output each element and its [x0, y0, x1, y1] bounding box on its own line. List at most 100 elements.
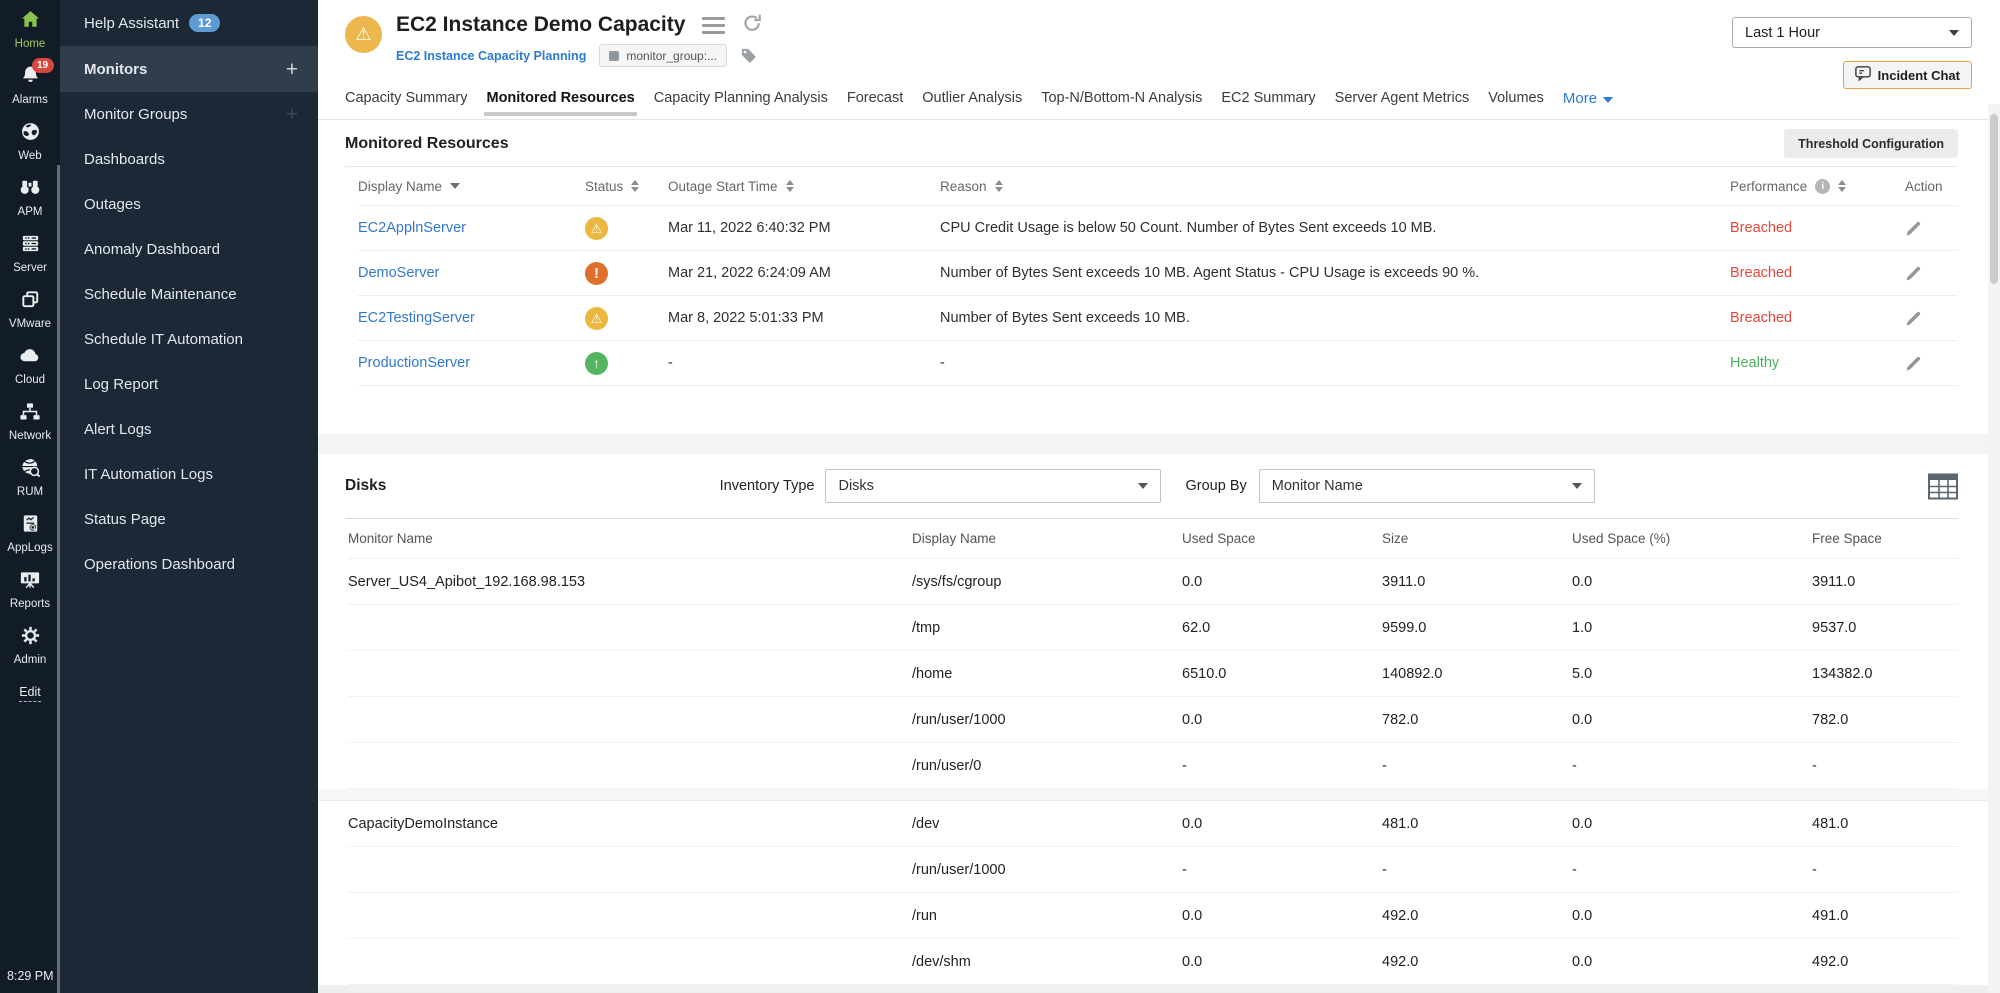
sidebar-item-schedule-it-automation[interactable]: Schedule IT Automation + — [60, 317, 318, 362]
monitor-name-cell: Server_US4_Apibot_192.168.98.153 — [348, 574, 912, 590]
sidebar-item-alert-logs[interactable]: Alert Logs + — [60, 407, 318, 452]
edit-pencil-icon[interactable] — [1905, 355, 1958, 372]
hamburger-menu-icon[interactable] — [702, 15, 725, 34]
rail-item-server[interactable]: Server — [7, 233, 52, 277]
table-row: CapacityDemoInstance /dev 0.0 481.0 0.0 … — [348, 801, 1958, 847]
table-row: /home 6510.0 140892.0 5.0 134382.0 — [348, 651, 1958, 697]
edit-pencil-icon[interactable] — [1905, 265, 1958, 282]
rail-item-rum[interactable]: RUM — [7, 457, 52, 501]
rail-item-admin[interactable]: Admin — [7, 625, 52, 669]
rail-item-cloud[interactable]: Cloud — [7, 345, 52, 389]
group-by-label: Group By — [1185, 478, 1246, 494]
column-header-performance[interactable]: Performancei — [1730, 179, 1905, 194]
tab-volumes[interactable]: Volumes — [1488, 90, 1544, 116]
sidebar-item-outages[interactable]: Outages + — [60, 182, 318, 227]
alert-count-badge: 19 — [32, 58, 54, 73]
edit-pencil-icon[interactable] — [1905, 220, 1958, 237]
rail-item-label: VMware — [9, 318, 51, 330]
sidebar-item-anomaly-dashboard[interactable]: Anomaly Dashboard + — [60, 227, 318, 272]
used-space-pct-cell: 0.0 — [1572, 816, 1812, 832]
table-row: EC2TestingServer ⚠ Mar 8, 2022 5:01:33 P… — [358, 295, 1958, 340]
display-name-link[interactable]: ProductionServer — [358, 355, 585, 371]
free-space-cell: 3911.0 — [1812, 574, 1958, 590]
sidebar-item-label: Operations Dashboard — [84, 556, 235, 573]
inventory-type-value: Disks — [838, 478, 873, 494]
monitor-group-tag-chip[interactable]: monitor_group:... — [599, 44, 727, 67]
display-name-link[interactable]: DemoServer — [358, 265, 585, 281]
display-name-link[interactable]: EC2TestingServer — [358, 310, 585, 326]
inventory-type-select[interactable]: Disks — [825, 469, 1161, 503]
breadcrumb-group-link[interactable]: EC2 Instance Capacity Planning — [396, 49, 586, 63]
outage-start-time-cell: Mar 8, 2022 5:01:33 PM — [668, 310, 940, 326]
sidebar-item-label: Log Report — [84, 376, 158, 393]
sidebar: Help Assistant 12 Monitors + Monitor Gro… — [60, 0, 318, 993]
rail-item-apm[interactable]: APM — [7, 177, 52, 221]
tab-ec2-summary[interactable]: EC2 Summary — [1221, 90, 1315, 116]
sidebar-item-label: Alert Logs — [84, 421, 152, 438]
monitor-warning-avatar-icon: ⚠ — [345, 16, 382, 53]
refresh-icon[interactable] — [742, 11, 763, 38]
tab-top-n-bottom-n-analysis[interactable]: Top-N/Bottom-N Analysis — [1041, 90, 1202, 116]
table-view-icon[interactable] — [1928, 473, 1958, 500]
binoculars-icon — [17, 176, 43, 204]
sidebar-item-log-report[interactable]: Log Report + — [60, 362, 318, 407]
rail-item-reports[interactable]: Reports — [7, 569, 52, 613]
sidebar-item-label: Anomaly Dashboard — [84, 241, 220, 258]
plus-icon[interactable]: + — [286, 58, 298, 82]
sidebar-item-operations-dashboard[interactable]: Operations Dashboard + — [60, 542, 318, 587]
tab-forecast[interactable]: Forecast — [847, 90, 903, 116]
display-name-link[interactable]: EC2ApplnServer — [358, 220, 585, 236]
sidebar-item-dashboards[interactable]: Dashboards + — [60, 137, 318, 182]
used-space-cell: 62.0 — [1182, 620, 1382, 636]
free-space-cell: 492.0 — [1812, 954, 1958, 970]
outage-start-time-cell: - — [668, 355, 940, 371]
tab-server-agent-metrics[interactable]: Server Agent Metrics — [1335, 90, 1470, 116]
column-header-outage-start-time[interactable]: Outage Start Time — [668, 179, 940, 194]
tag-icon[interactable] — [740, 47, 757, 64]
tab-capacity-planning-analysis[interactable]: Capacity Planning Analysis — [654, 90, 828, 116]
incident-chat-button[interactable]: Incident Chat — [1843, 61, 1972, 89]
sidebar-item-monitors[interactable]: Monitors + — [60, 47, 318, 92]
table-row: /run/user/0 - - - - — [348, 743, 1958, 789]
sidebar-item-status-page[interactable]: Status Page + — [60, 497, 318, 542]
rail-item-alarms[interactable]: 19 Alarms — [7, 65, 52, 109]
sidebar-item-label: Schedule Maintenance — [84, 286, 237, 303]
rail-item-home[interactable]: Home — [7, 9, 52, 53]
used-space-pct-cell: 0.0 — [1572, 712, 1812, 728]
column-header-reason[interactable]: Reason — [940, 179, 1730, 194]
horizontal-scrollbar-track — [318, 985, 1988, 993]
gear-icon — [19, 624, 42, 652]
time-range-select[interactable]: Last 1 Hour — [1732, 17, 1972, 48]
sidebar-item-schedule-maintenance[interactable]: Schedule Maintenance + — [60, 272, 318, 317]
sidebar-item-help-assistant[interactable]: Help Assistant 12 — [60, 0, 318, 47]
presentation-icon — [17, 568, 43, 596]
table-row: Server_US4_Apibot_192.168.98.153 /sys/fs… — [348, 559, 1958, 605]
display-name-cell: /run/user/0 — [912, 758, 1182, 774]
column-header-display-name[interactable]: Display Name — [358, 179, 585, 194]
table-row: DemoServer ! Mar 21, 2022 6:24:09 AM Num… — [358, 250, 1958, 295]
used-space-pct-cell: - — [1572, 862, 1812, 878]
rail-item-applogs[interactable]: AppLogs — [7, 513, 52, 557]
tab-more[interactable]: More — [1563, 90, 1613, 117]
time-range-value: Last 1 Hour — [1745, 25, 1820, 41]
rail-item-edit[interactable]: Edit — [7, 681, 52, 725]
rail-item-vmware[interactable]: VMware — [7, 289, 52, 333]
group-by-select[interactable]: Monitor Name — [1259, 469, 1595, 503]
monitored-resources-section: Monitored Resources Threshold Configurat… — [318, 120, 1988, 386]
sidebar-item-monitor-groups[interactable]: Monitor Groups + — [60, 92, 318, 137]
column-header-status[interactable]: Status — [585, 179, 668, 194]
tab-capacity-summary[interactable]: Capacity Summary — [345, 90, 467, 116]
disks-rows: Server_US4_Apibot_192.168.98.153 /sys/fs… — [348, 559, 1958, 985]
tab-monitored-resources[interactable]: Monitored Resources — [486, 90, 634, 116]
chevron-down-icon — [1949, 30, 1959, 36]
network-nodes-icon — [17, 400, 43, 428]
tab-outlier-analysis[interactable]: Outlier Analysis — [922, 90, 1022, 116]
rail-scrollbar[interactable] — [57, 165, 60, 993]
plus-icon[interactable]: + — [286, 103, 298, 127]
rail-item-web[interactable]: Web — [7, 121, 52, 165]
sidebar-item-it-automation-logs[interactable]: IT Automation Logs + — [60, 452, 318, 497]
rail-item-network[interactable]: Network — [7, 401, 52, 445]
edit-pencil-icon[interactable] — [1905, 310, 1958, 327]
threshold-configuration-button[interactable]: Threshold Configuration — [1784, 129, 1958, 158]
vertical-scrollbar-thumb[interactable] — [1990, 114, 1998, 284]
